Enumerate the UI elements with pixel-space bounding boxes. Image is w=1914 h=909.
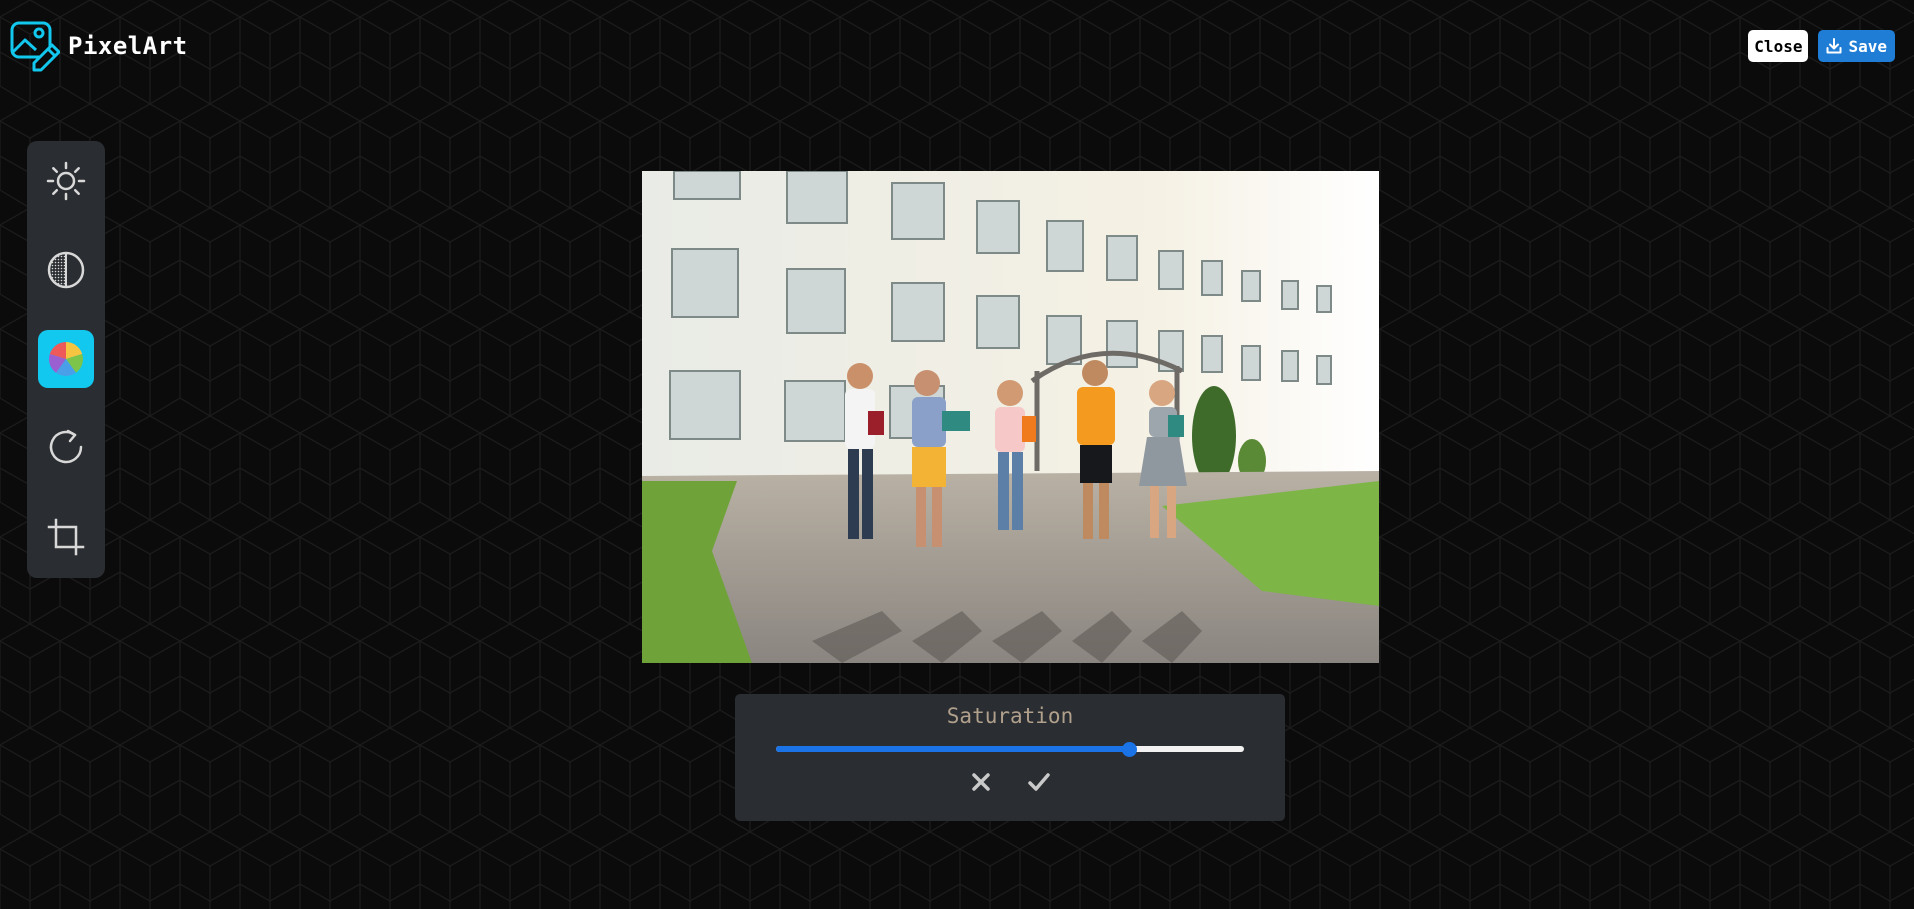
slider-thumb[interactable]: [1122, 742, 1138, 757]
header-actions: Close Save: [1748, 30, 1895, 62]
tool-saturation[interactable]: [38, 330, 94, 388]
rotate-icon: [49, 429, 83, 464]
adjustment-panel: Saturation: [735, 694, 1285, 821]
download-icon: [1826, 38, 1842, 54]
close-button[interactable]: Close: [1748, 30, 1809, 62]
adjustment-actions: [735, 768, 1285, 796]
crop-icon: [47, 518, 85, 556]
top-bar: PixelArt Close Save: [0, 0, 1914, 90]
confirm-button[interactable]: [1025, 768, 1053, 796]
adjustment-label: Saturation: [946, 704, 1074, 728]
image-edit-icon: [10, 21, 60, 72]
cancel-button[interactable]: [967, 768, 995, 796]
close-icon: [972, 773, 990, 791]
save-button[interactable]: Save: [1818, 30, 1895, 62]
photo-canvas[interactable]: [642, 171, 1379, 663]
contrast-icon: [47, 251, 85, 289]
save-button-label: Save: [1848, 36, 1887, 56]
photo: [642, 171, 1379, 663]
color-wheel-icon: [49, 342, 83, 377]
tool-sidebar: [27, 141, 105, 578]
app-logo[interactable]: PixelArt: [10, 20, 188, 72]
app-name: PixelArt: [68, 32, 188, 60]
tool-contrast[interactable]: [38, 241, 94, 299]
sun-icon: [46, 161, 86, 201]
slider-fill: [776, 746, 1130, 752]
tool-crop[interactable]: [38, 508, 94, 566]
saturation-slider[interactable]: [776, 742, 1244, 757]
tool-brightness[interactable]: [38, 152, 94, 210]
tool-rotate[interactable]: [38, 419, 94, 477]
check-icon: [1028, 773, 1050, 791]
